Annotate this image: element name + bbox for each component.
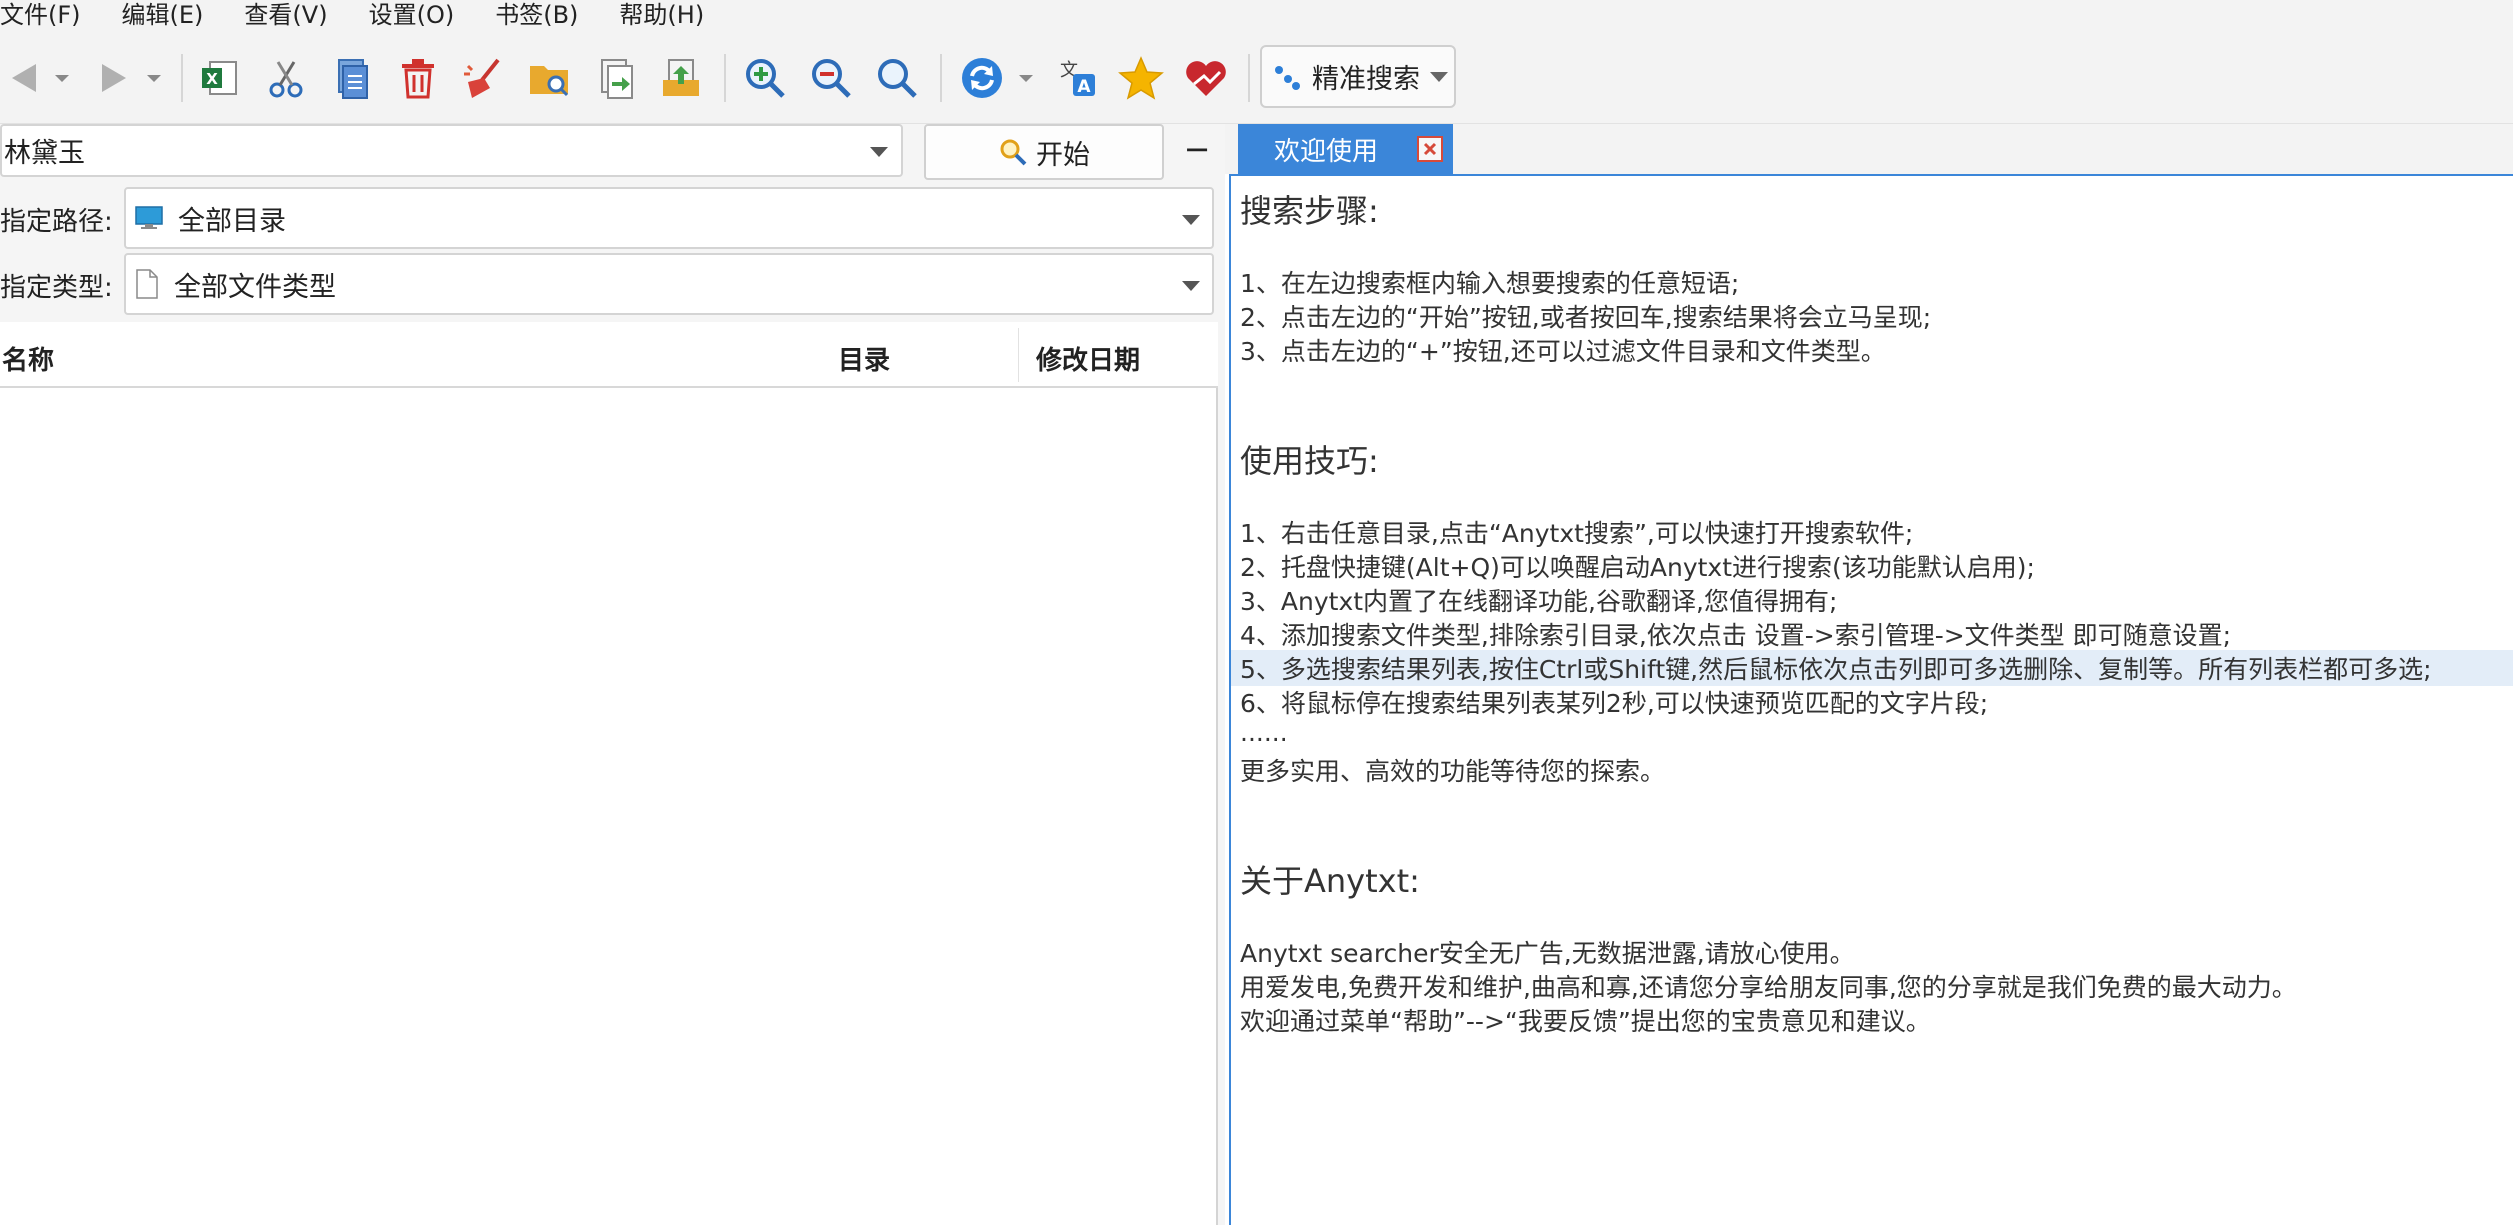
about-line: 欢迎通过菜单“帮助”-->“我要反馈”提出您的宝贵意见和建议。: [1240, 1007, 1931, 1036]
tip-line: 2、托盘快捷键(Alt+Q)可以唤醒启动Anytxt进行搜索(该功能默认启用);: [1240, 553, 2035, 582]
search-input[interactable]: 林黛玉: [0, 124, 903, 177]
tip-line: 更多实用、高效的功能等待您的探索。: [1240, 757, 1666, 786]
copy-icon[interactable]: [323, 50, 379, 106]
type-filter-select[interactable]: 全部文件类型: [124, 253, 1214, 315]
back-history-caret-icon[interactable]: [52, 68, 72, 88]
about-line: Anytxt searcher安全无广告,无数据泄露,请放心使用。: [1240, 939, 1855, 968]
refresh-icon[interactable]: [954, 50, 1010, 106]
start-search-button[interactable]: 开始: [924, 124, 1164, 180]
refresh-options-caret-icon[interactable]: [1016, 68, 1036, 88]
tip-line: 4、添加搜索文件类型,排除索引目录,依次点击 设置->索引管理->文件类型 即可…: [1240, 621, 2232, 650]
zoom-in-icon[interactable]: [737, 50, 793, 106]
menu-edit[interactable]: 编辑(E): [122, 0, 204, 30]
menu-help[interactable]: 帮助(H): [619, 0, 704, 30]
clean-icon[interactable]: [456, 50, 512, 106]
steps-heading: 搜索步骤:: [1240, 192, 1379, 230]
tab-welcome[interactable]: 欢迎使用: [1238, 124, 1453, 174]
delete-icon[interactable]: [390, 50, 446, 106]
chevron-down-icon: [1182, 281, 1200, 291]
favorite-heart-icon[interactable]: [1178, 50, 1234, 106]
menu-bar: 文件(F) 编辑(E) 查看(V) 设置(O) 书签(B) 帮助(H): [0, 0, 2513, 30]
column-header-modified-date[interactable]: 修改日期: [1036, 340, 1140, 377]
search-query: 林黛玉: [4, 138, 85, 169]
menu-file[interactable]: 文件(F): [0, 0, 81, 30]
tab-welcome-label: 欢迎使用: [1274, 136, 1379, 167]
path-filter-value: 全部目录: [178, 205, 286, 237]
chevron-down-icon: [1182, 215, 1200, 225]
path-filter-label: 指定路径:: [0, 207, 113, 237]
zoom-out-icon[interactable]: [803, 50, 859, 106]
move-icon[interactable]: [588, 50, 644, 106]
open-folder-icon[interactable]: [522, 50, 578, 106]
tip-line-highlighted: 5、多选搜索结果列表,按住Ctrl或Shift键,然后鼠标依次点击列即可多选删除…: [1231, 650, 2513, 686]
zoom-reset-icon[interactable]: [869, 50, 925, 106]
column-header-directory[interactable]: 目录: [838, 340, 890, 377]
excel-export-icon[interactable]: X: [192, 50, 248, 106]
column-header-name[interactable]: 名称: [2, 340, 54, 377]
cut-icon[interactable]: [258, 50, 314, 106]
results-header: 名称 目录 修改日期: [0, 322, 1218, 388]
export-icon[interactable]: [653, 50, 709, 106]
about-heading: 关于Anytxt:: [1240, 862, 1420, 900]
close-icon: [1423, 142, 1437, 156]
type-filter-row: 指定类型: 全部文件类型: [0, 253, 1225, 315]
back-icon[interactable]: [0, 50, 56, 106]
svg-text:X: X: [206, 70, 218, 88]
toolbar-separator: [1248, 54, 1250, 102]
type-filter-label: 指定类型:: [0, 273, 113, 303]
search-icon: [1000, 139, 1027, 166]
step-line: 3、点击左边的“+”按钮,还可以过滤文件目录和文件类型。: [1240, 337, 1886, 366]
chevron-down-icon: [1430, 71, 1448, 82]
search-history-chevron-icon[interactable]: [868, 145, 890, 159]
tip-ellipsis: ......: [1240, 718, 1288, 747]
tab-bar: 欢迎使用: [1225, 124, 2513, 174]
welcome-document[interactable]: 搜索步骤: 1、在左边搜索框内输入想要搜索的任意短语; 2、点击左边的“开始”按…: [1229, 174, 2513, 1225]
tip-line: 1、右击任意目录,点击“Anytxt搜索”,可以快速打开搜索软件;: [1240, 519, 1914, 548]
start-search-label: 开始: [1036, 139, 1090, 171]
toolbar: X 文A 精准搜索: [0, 30, 2513, 124]
type-filter-value: 全部文件类型: [174, 271, 336, 303]
search-pane: 林黛玉 开始 − 指定路径: 全部目录 指定类型: 全部文件类型 名称 目录 修…: [0, 124, 1225, 1225]
monitor-icon: [135, 206, 163, 229]
forward-history-caret-icon[interactable]: [144, 68, 164, 88]
tip-line: 3、Anytxt内置了在线翻译功能,谷歌翻译,您值得拥有;: [1240, 587, 1838, 616]
results-list[interactable]: 名称 目录 修改日期: [0, 322, 1218, 1225]
precise-search-button[interactable]: 精准搜索: [1260, 45, 1456, 108]
path-filter-row: 指定路径: 全部目录: [0, 187, 1225, 249]
forward-icon[interactable]: [84, 50, 140, 106]
svg-text:A: A: [1077, 77, 1091, 97]
menu-settings[interactable]: 设置(O): [369, 0, 455, 30]
step-line: 1、在左边搜索框内输入想要搜索的任意短语;: [1240, 269, 1740, 298]
menu-view[interactable]: 查看(V): [244, 0, 327, 30]
tip-line: 6、将鼠标停在搜索结果列表某列2秒,可以快速预览匹配的文字片段;: [1240, 689, 1989, 718]
toolbar-separator: [724, 54, 726, 102]
tips-heading: 使用技巧:: [1240, 442, 1379, 480]
column-divider[interactable]: [1018, 328, 1019, 382]
close-tab-button[interactable]: [1417, 136, 1443, 162]
translate-icon[interactable]: 文A: [1049, 50, 1105, 106]
step-line: 2、点击左边的“开始”按钮,或者按回车,搜索结果将会立马呈现;: [1240, 303, 1932, 332]
toolbar-separator: [181, 54, 183, 102]
menu-bookmarks[interactable]: 书签(B): [495, 0, 578, 30]
collapse-filters-button[interactable]: −: [1182, 133, 1212, 165]
precise-search-icon: [1275, 65, 1300, 90]
about-line: 用爱发电,免费开发和维护,曲高和寡,还请您分享给朋友同事,您的分享就是我们免费的…: [1240, 973, 2297, 1002]
path-filter-select[interactable]: 全部目录: [124, 187, 1214, 249]
precise-search-label: 精准搜索: [1312, 64, 1420, 95]
bookmark-star-icon[interactable]: [1113, 50, 1169, 106]
file-icon: [136, 269, 158, 299]
toolbar-separator: [940, 54, 942, 102]
